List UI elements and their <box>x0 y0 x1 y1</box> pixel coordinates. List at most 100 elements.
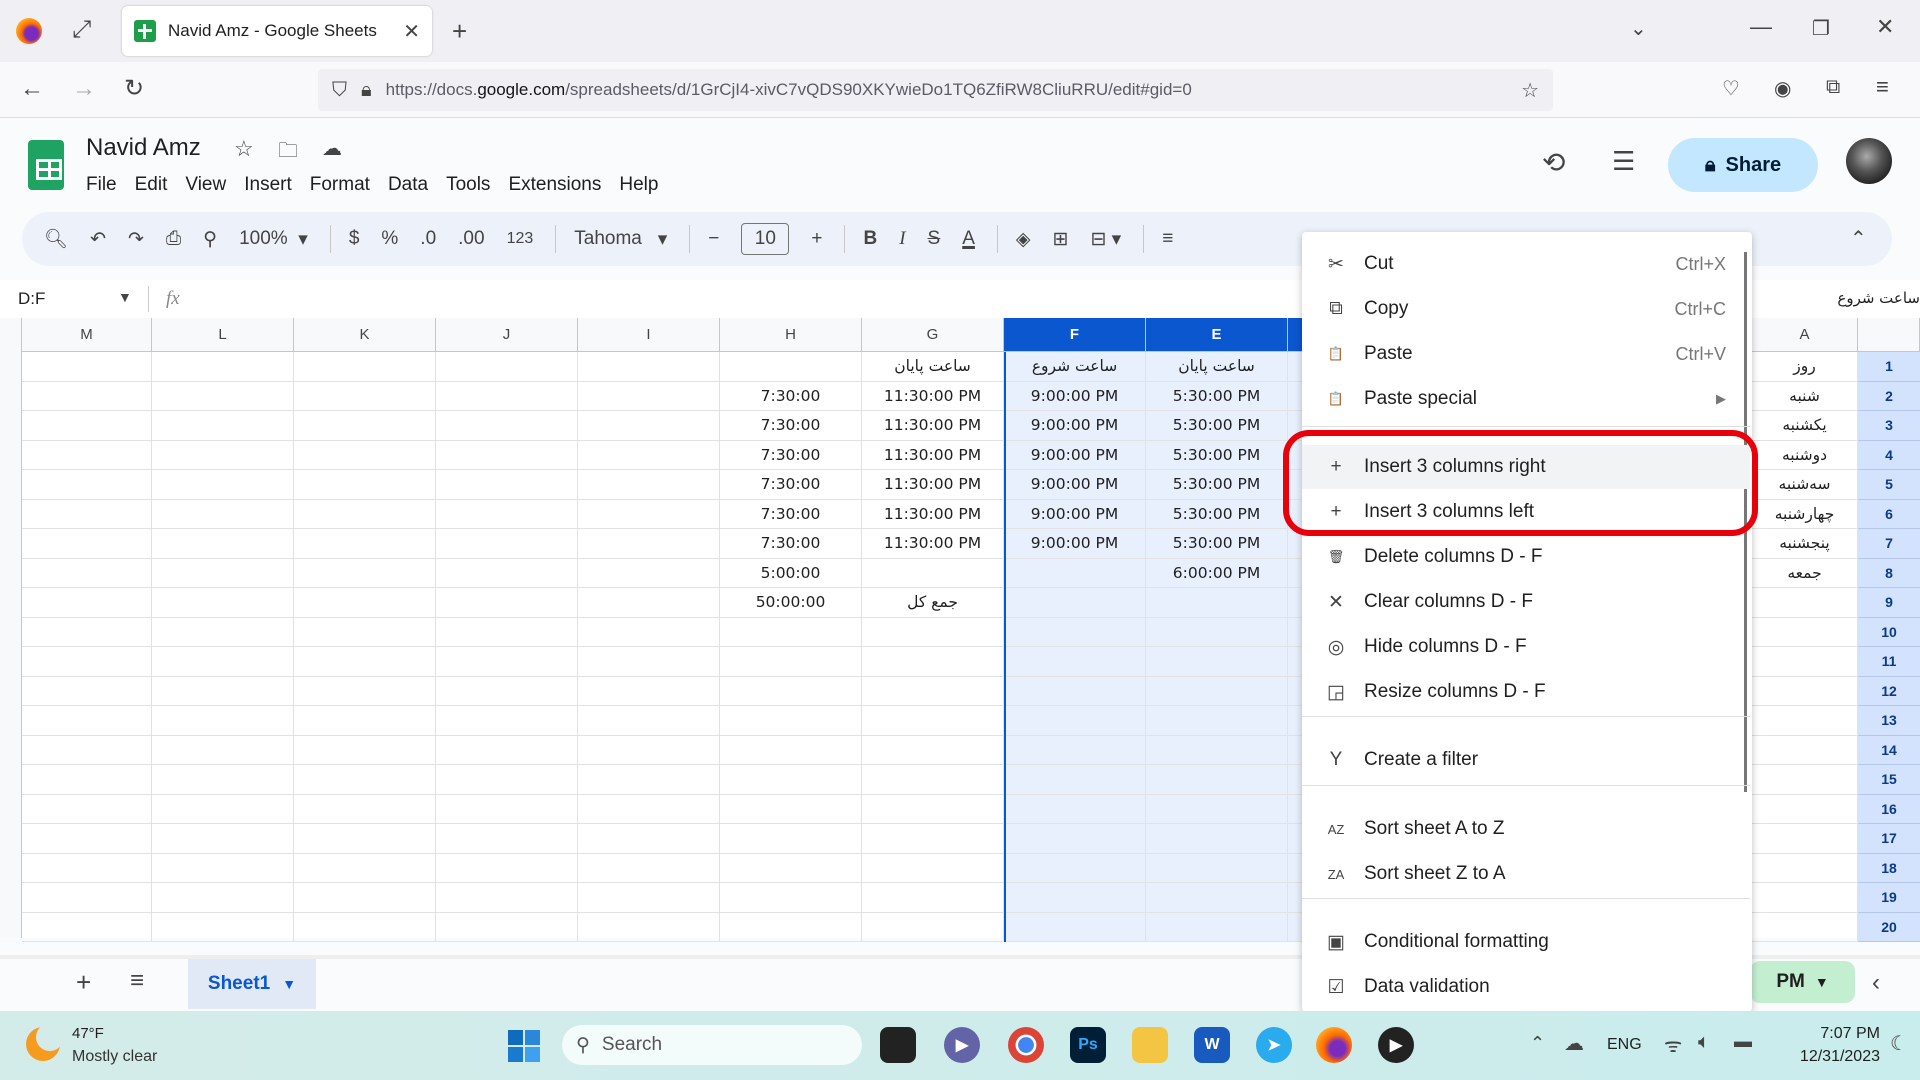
cell-f3[interactable]: 9:00:00 PM <box>1004 411 1146 441</box>
cell-f7[interactable]: 9:00:00 PM <box>1004 529 1146 559</box>
cell-a10[interactable] <box>1752 617 1858 647</box>
cell-a9[interactable] <box>1752 588 1858 618</box>
menu-edit[interactable]: Edit <box>135 174 178 196</box>
menu-view[interactable]: View <box>185 174 236 196</box>
cell-e3[interactable]: 5:30:00 PM <box>1146 411 1288 441</box>
cell-i20[interactable] <box>578 912 720 942</box>
task-view-icon[interactable] <box>880 1027 916 1063</box>
bookmark-star-icon[interactable]: ☆ <box>1521 78 1539 103</box>
cell-a19[interactable] <box>1752 883 1858 913</box>
cell-m5[interactable] <box>22 470 152 500</box>
cell-a15[interactable] <box>1752 765 1858 795</box>
photoshop-icon[interactable]: Ps <box>1070 1027 1106 1063</box>
windows-start-icon[interactable] <box>508 1030 540 1062</box>
show-hidden-icons-icon[interactable]: ⌃ <box>1530 1033 1545 1054</box>
row-header[interactable]: 13 <box>1858 706 1920 736</box>
cell-k1[interactable] <box>294 352 436 382</box>
cell-e10[interactable] <box>1146 617 1288 647</box>
row-header[interactable]: 18 <box>1858 853 1920 883</box>
close-tab-icon[interactable]: ✕ <box>403 19 420 44</box>
cell-j6[interactable] <box>436 499 578 529</box>
row-header[interactable]: 12 <box>1858 676 1920 706</box>
cell-j16[interactable] <box>436 794 578 824</box>
cell-k17[interactable] <box>294 824 436 854</box>
cell-j11[interactable] <box>436 647 578 677</box>
cell-k7[interactable] <box>294 529 436 559</box>
cell-j1[interactable] <box>436 352 578 382</box>
cell-e8[interactable]: 6:00:00 PM <box>1146 558 1288 588</box>
cell-j20[interactable] <box>436 912 578 942</box>
cell-i15[interactable] <box>578 765 720 795</box>
cell-g18[interactable] <box>862 853 1004 883</box>
cell-f4[interactable]: 9:00:00 PM <box>1004 440 1146 470</box>
menu-format[interactable]: Format <box>310 174 380 196</box>
column-header-l[interactable]: L <box>152 318 294 352</box>
row-header[interactable]: 4 <box>1858 440 1920 470</box>
cell-h7[interactable]: 7:30:00 <box>720 529 862 559</box>
cell-m14[interactable] <box>22 735 152 765</box>
undo-icon[interactable]: ↶ <box>90 228 106 251</box>
row-header[interactable]: 19 <box>1858 883 1920 913</box>
redo-icon[interactable]: ↷ <box>128 228 144 251</box>
cell-k11[interactable] <box>294 647 436 677</box>
cell-l2[interactable] <box>152 381 294 411</box>
cell-g15[interactable] <box>862 765 1004 795</box>
cell-l12[interactable] <box>152 676 294 706</box>
cell-k13[interactable] <box>294 706 436 736</box>
increase-decimal-button[interactable]: .00 <box>458 228 484 250</box>
column-header-g[interactable]: G <box>862 318 1004 352</box>
cell-m13[interactable] <box>22 706 152 736</box>
row-header[interactable]: 17 <box>1858 824 1920 854</box>
cell-i2[interactable] <box>578 381 720 411</box>
cell-m12[interactable] <box>22 676 152 706</box>
cell-l5[interactable] <box>152 470 294 500</box>
font-size-input[interactable]: 10 <box>741 223 790 255</box>
url-bar[interactable]: ⛉ 🔒︎ https://docs.google.com/spreadsheet… <box>318 69 1553 111</box>
cell-k18[interactable] <box>294 853 436 883</box>
cell-i7[interactable] <box>578 529 720 559</box>
new-tab-icon[interactable]: + <box>452 16 467 47</box>
cell-f9[interactable] <box>1004 588 1146 618</box>
cell-l4[interactable] <box>152 440 294 470</box>
cell-h11[interactable] <box>720 647 862 677</box>
row-header[interactable]: 14 <box>1858 735 1920 765</box>
cell-a3[interactable]: یکشنبه <box>1752 411 1858 441</box>
cell-l16[interactable] <box>152 794 294 824</box>
selection-summary-chip[interactable]: PM ▼ <box>1750 961 1855 1003</box>
cell-e2[interactable]: 5:30:00 PM <box>1146 381 1288 411</box>
cell-h18[interactable] <box>720 853 862 883</box>
document-title[interactable]: Navid Amz <box>86 134 201 162</box>
cell-l6[interactable] <box>152 499 294 529</box>
cell-h1[interactable] <box>720 352 862 382</box>
row-header[interactable]: 7 <box>1858 529 1920 559</box>
cell-l13[interactable] <box>152 706 294 736</box>
avatar[interactable] <box>1846 138 1892 184</box>
increase-font-size-button[interactable]: + <box>811 228 822 250</box>
close-window-icon[interactable]: ✕ <box>1876 14 1894 40</box>
cell-f6[interactable]: 9:00:00 PM <box>1004 499 1146 529</box>
cell-a4[interactable]: دوشنبه <box>1752 440 1858 470</box>
cell-i9[interactable] <box>578 588 720 618</box>
text-color-button[interactable]: A <box>962 228 975 250</box>
font-select[interactable]: Tahoma ▾ <box>574 228 667 251</box>
url-text[interactable]: https://docs.google.com/spreadsheets/d/1… <box>386 80 1192 100</box>
cell-k16[interactable] <box>294 794 436 824</box>
version-history-icon[interactable]: ⟲ <box>1542 146 1565 179</box>
borders-icon[interactable]: ⊞ <box>1053 228 1069 251</box>
cell-h8[interactable]: 5:00:00 <box>720 558 862 588</box>
star-icon[interactable]: ☆ <box>234 136 254 162</box>
media-player-icon[interactable]: ▶ <box>1378 1027 1414 1063</box>
cell-i10[interactable] <box>578 617 720 647</box>
clock-date[interactable]: 12/31/2023 <box>1770 1048 1880 1066</box>
row-header[interactable]: 15 <box>1858 765 1920 795</box>
cell-e7[interactable]: 5:30:00 PM <box>1146 529 1288 559</box>
sheet-tab-dropdown-icon[interactable]: ▼ <box>282 976 296 992</box>
cell-j10[interactable] <box>436 617 578 647</box>
cell-g6[interactable]: 11:30:00 PM <box>862 499 1004 529</box>
chrome-icon[interactable] <box>1008 1027 1044 1063</box>
cell-f18[interactable] <box>1004 853 1146 883</box>
cell-i12[interactable] <box>578 676 720 706</box>
cell-a6[interactable]: چهارشنبه <box>1752 499 1858 529</box>
menu-item-conditional-formatting[interactable]: ▣ Conditional formatting <box>1302 920 1750 964</box>
cell-k5[interactable] <box>294 470 436 500</box>
